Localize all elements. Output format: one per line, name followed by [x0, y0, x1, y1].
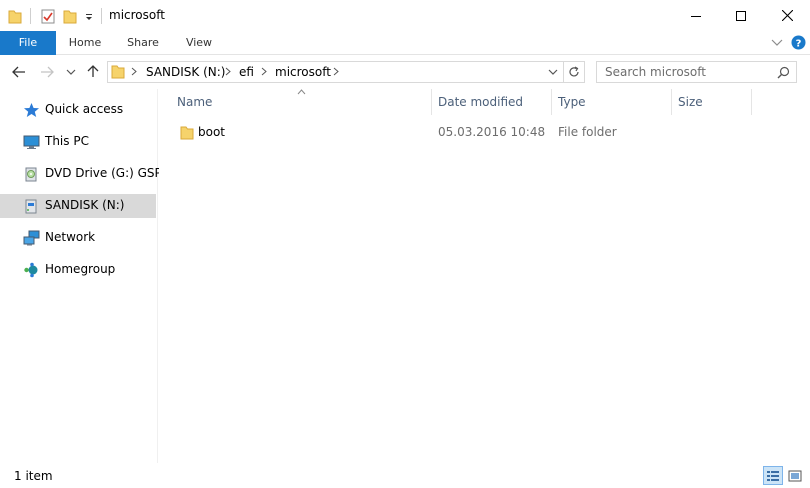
file-type: File folder: [558, 125, 617, 139]
nav-item-network[interactable]: Network: [0, 226, 156, 250]
nav-item-dvd-drive[interactable]: DVD Drive (G:) GSP1R: [0, 162, 178, 186]
nav-item-label: DVD Drive (G:) GSP1R: [45, 166, 178, 180]
back-button[interactable]: [10, 63, 28, 81]
item-count: 1 item: [14, 469, 53, 483]
search-placeholder: Search microsoft: [605, 65, 706, 79]
forward-button[interactable]: [38, 63, 56, 81]
arrow-right-icon: [41, 66, 54, 78]
customize-toolbar-icon[interactable]: [84, 8, 94, 24]
breadcrumb-microsoft[interactable]: microsoft: [275, 65, 331, 79]
svg-text:?: ?: [796, 39, 802, 50]
recent-locations-button[interactable]: [64, 63, 78, 81]
chevron-right-icon[interactable]: [225, 67, 231, 76]
tab-share[interactable]: Share: [120, 31, 166, 55]
arrow-left-icon: [12, 66, 25, 78]
minimize-icon: [690, 15, 701, 17]
window-title: microsoft: [109, 8, 165, 22]
file-date-modified: 05.03.2016 10:48: [438, 125, 546, 139]
folder-icon: [180, 126, 194, 140]
column-header-date-modified[interactable]: Date modified: [432, 89, 552, 115]
homegroup-icon: [24, 262, 38, 278]
close-icon: [782, 10, 793, 21]
column-header-size[interactable]: Size: [672, 89, 752, 115]
help-icon[interactable]: ?: [791, 35, 806, 50]
file-list: [159, 89, 810, 463]
breadcrumb-efi[interactable]: efi: [239, 65, 254, 79]
usb-drive-icon: [25, 199, 37, 214]
large-icons-view-icon: [788, 470, 802, 481]
large-icons-view-button[interactable]: [785, 466, 805, 485]
star-icon: [24, 103, 39, 117]
refresh-icon: [568, 66, 579, 77]
nav-item-label: Network: [45, 230, 96, 244]
close-button[interactable]: [765, 0, 810, 31]
tab-file[interactable]: File: [0, 31, 56, 55]
nav-item-this-pc[interactable]: This PC: [0, 130, 156, 154]
nav-item-label: Homegroup: [45, 262, 116, 276]
refresh-button[interactable]: [563, 61, 585, 83]
address-history-icon[interactable]: [548, 68, 558, 76]
chevron-down-icon: [66, 69, 76, 75]
tab-view[interactable]: View: [177, 31, 221, 55]
ribbon: File Home Share View ?: [0, 31, 810, 55]
dvd-drive-icon: [25, 167, 37, 182]
nav-item-label: Quick access: [45, 102, 124, 116]
search-icon: [777, 66, 790, 79]
column-header-type[interactable]: Type: [552, 89, 672, 115]
chevron-right-icon: [131, 67, 137, 76]
search-input[interactable]: Search microsoft: [596, 61, 797, 83]
nav-item-label: SANDISK (N:): [45, 198, 125, 212]
up-button[interactable]: [84, 62, 102, 80]
navigation-pane: Quick access This PC DVD Drive (G:) GSP1…: [0, 89, 178, 463]
details-view-button[interactable]: [763, 466, 783, 485]
divider: [30, 8, 31, 24]
folder-icon: [111, 65, 125, 79]
folder-icon: [8, 10, 22, 24]
status-bar: 1 item: [0, 463, 810, 488]
maximize-icon: [735, 10, 746, 21]
network-icon: [23, 230, 40, 246]
expand-ribbon-icon[interactable]: [771, 39, 783, 47]
nav-item-label: This PC: [45, 134, 89, 148]
minimize-button[interactable]: [673, 0, 718, 31]
computer-icon: [23, 135, 40, 149]
properties-icon[interactable]: [41, 8, 55, 24]
nav-item-homegroup[interactable]: Homegroup: [0, 258, 156, 282]
table-row[interactable]: boot 05.03.2016 10:48 File folder: [176, 121, 752, 143]
nav-item-sandisk[interactable]: SANDISK (N:): [0, 194, 156, 218]
details-view-icon: [767, 470, 779, 481]
file-name: boot: [198, 125, 226, 139]
breadcrumb-sandisk[interactable]: SANDISK (N:): [146, 65, 226, 79]
arrow-up-icon: [87, 65, 99, 77]
maximize-button[interactable]: [718, 0, 763, 31]
divider: [101, 8, 102, 24]
chevron-right-icon[interactable]: [261, 67, 267, 76]
title-bar: microsoft: [0, 0, 810, 31]
new-folder-icon[interactable]: [63, 8, 77, 24]
chevron-right-icon[interactable]: [333, 67, 339, 76]
nav-item-quick-access[interactable]: Quick access: [0, 98, 156, 122]
column-header-name[interactable]: Name: [171, 89, 432, 115]
tab-home[interactable]: Home: [62, 31, 108, 55]
